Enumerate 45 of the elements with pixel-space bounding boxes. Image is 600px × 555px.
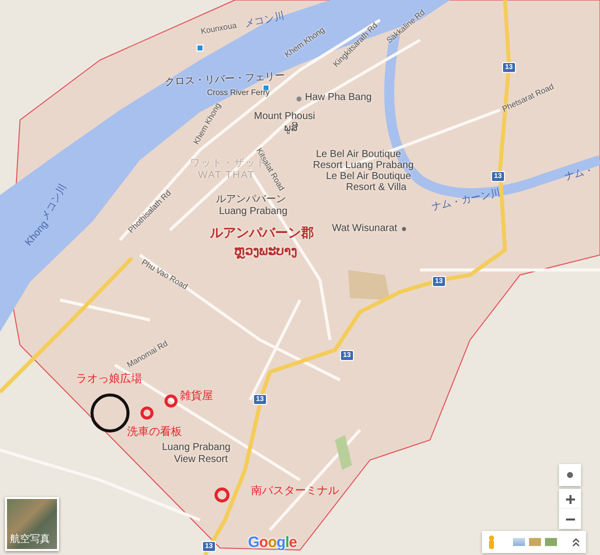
place-label: Resort Luang Prabang	[313, 161, 414, 171]
place-label: Le Bel Air Boutique	[316, 150, 402, 160]
place-label: クロス・リバー・フェリー	[164, 72, 286, 88]
satellite-toggle[interactable]: 航空写真	[5, 497, 59, 551]
place-label: Luang Prabang	[162, 443, 230, 453]
place-label: Luang Prabang	[219, 207, 288, 217]
place-label: ພູສີ	[284, 124, 298, 134]
place-label: Le Bel Air Boutique	[326, 172, 412, 182]
river-label: ナム・カーン川	[430, 188, 502, 213]
zoom-in-button[interactable]	[559, 489, 581, 509]
zoom-out-button[interactable]	[559, 509, 581, 529]
terrain-thumbnail[interactable]	[513, 538, 525, 546]
ferry-icon	[262, 84, 270, 92]
plus-icon	[566, 494, 574, 504]
place-label: Haw Pha Bang	[305, 93, 372, 103]
my-location-button[interactable]	[559, 464, 581, 486]
terrain-thumbnail[interactable]	[529, 538, 541, 546]
annotation-label: 雑貨屋	[180, 391, 213, 402]
place-dot-icon	[296, 96, 302, 102]
place-label: ルアンパバーン	[216, 195, 286, 205]
river-label: メコン川	[40, 182, 70, 222]
map-logo: Google	[248, 534, 297, 551]
annotation-label: ラオっ娘広場	[76, 374, 142, 385]
location-icon	[566, 471, 574, 479]
river-label: ナム・	[564, 165, 596, 183]
park-area	[335, 435, 352, 470]
ring-marker	[164, 394, 178, 408]
district-label: ຫຼວງພະບາງ	[234, 244, 297, 257]
chevron-up-icon[interactable]	[572, 538, 580, 546]
place-label: View Resort	[174, 455, 228, 465]
annotation-label: 洗車の看板	[127, 427, 182, 438]
sports-ground	[348, 270, 390, 300]
place-label: Cross River Ferry	[207, 89, 270, 97]
ferry-icon	[196, 44, 204, 52]
place-label: Resort & Villa	[346, 183, 406, 193]
river-label: メコン川	[244, 12, 286, 30]
place-dot-icon	[402, 227, 406, 231]
ring-marker	[140, 406, 154, 420]
annotation-label: 南バスターミナル	[251, 486, 339, 497]
district-label: ルアンパバーン郡	[210, 226, 314, 239]
ring-marker	[214, 488, 230, 502]
place-label: Mount Phousi	[254, 112, 316, 122]
street-label: Kounxoua	[200, 22, 238, 36]
place-label: Wat Wisunarat	[332, 224, 398, 234]
terrain-thumbnail[interactable]	[545, 538, 557, 546]
